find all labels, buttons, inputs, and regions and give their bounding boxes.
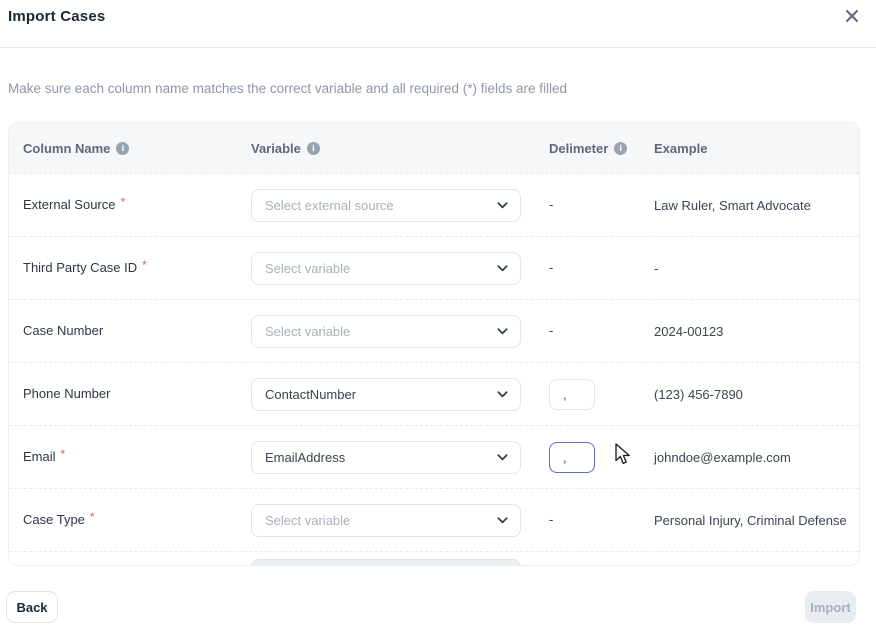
column-name-label: Email bbox=[23, 449, 56, 464]
column-header-label: Column Name bbox=[23, 141, 110, 156]
column-name-cell: Third Party Case ID * bbox=[23, 259, 251, 277]
table-row: Third Party Case ID * Select variable - - bbox=[9, 236, 859, 299]
info-icon[interactable]: i bbox=[116, 142, 129, 155]
required-asterisk: * bbox=[121, 195, 126, 209]
column-header-column-name: Column Name i bbox=[23, 141, 251, 156]
column-header-delimeter: Delimeter i bbox=[549, 141, 654, 156]
modal-header: Import Cases bbox=[0, 0, 876, 48]
variable-select[interactable]: Select variable bbox=[251, 504, 521, 537]
variable-select-value: Select variable bbox=[265, 261, 350, 276]
table-row: Email * EmailAddress johndoe@example.com bbox=[9, 425, 859, 488]
table-row: Phone Number ContactNumber (123) 456-7890 bbox=[9, 362, 859, 425]
delimiter-dash: - bbox=[549, 512, 553, 527]
variable-select[interactable]: EmailAddress bbox=[251, 441, 521, 474]
delimiter-cell: - bbox=[549, 511, 654, 529]
column-name-label: Case Number bbox=[23, 323, 103, 338]
column-name-cell: Email * bbox=[23, 448, 251, 466]
chevron-down-icon bbox=[496, 262, 509, 275]
column-name-label: Case Type bbox=[23, 512, 85, 527]
mapping-table: Column Name i Variable i Delimeter i Example E… bbox=[8, 122, 860, 566]
column-name-cell: Phone Number bbox=[23, 385, 251, 403]
example-cell: (123) 456-7890 bbox=[654, 387, 845, 402]
variable-cell: Select external source bbox=[251, 189, 549, 222]
variable-cell: EmailAddress bbox=[251, 441, 549, 474]
variable-select-value: Select variable bbox=[265, 513, 350, 528]
chevron-down-icon bbox=[496, 514, 509, 527]
delimiter-dash: - bbox=[549, 260, 553, 275]
example-cell: Law Ruler, Smart Advocate bbox=[654, 198, 845, 213]
table-header-row: Column Name i Variable i Delimeter i Example bbox=[9, 123, 859, 173]
column-name-label: External Source bbox=[23, 197, 116, 212]
table-row-partial bbox=[9, 551, 859, 564]
import-button[interactable]: Import bbox=[805, 591, 856, 623]
column-header-label: Delimeter bbox=[549, 141, 608, 156]
column-name-cell: Case Type * bbox=[23, 511, 251, 529]
delimiter-dash: - bbox=[549, 197, 553, 212]
delimiter-dash: - bbox=[549, 323, 553, 338]
close-button[interactable] bbox=[840, 4, 864, 28]
example-cell: - bbox=[654, 261, 845, 276]
x-icon bbox=[844, 8, 860, 24]
column-name-label: Phone Number bbox=[23, 386, 110, 401]
variable-cell: Select variable bbox=[251, 504, 549, 537]
delimiter-cell: - bbox=[549, 259, 654, 277]
info-icon[interactable]: i bbox=[307, 142, 320, 155]
info-icon[interactable]: i bbox=[614, 142, 627, 155]
chevron-down-icon bbox=[496, 325, 509, 338]
column-name-label: Third Party Case ID bbox=[23, 260, 137, 275]
variable-cell: Select variable bbox=[251, 252, 549, 285]
variable-select-clipped[interactable] bbox=[251, 559, 521, 566]
variable-select[interactable]: Select variable bbox=[251, 252, 521, 285]
variable-select-value: EmailAddress bbox=[265, 450, 345, 465]
column-name-cell: External Source * bbox=[23, 196, 251, 214]
variable-select-value: Select variable bbox=[265, 324, 350, 339]
delimiter-input[interactable] bbox=[549, 379, 595, 410]
import-cases-modal: Import Cases Make sure each column name … bbox=[0, 0, 876, 638]
example-cell: 2024-00123 bbox=[654, 324, 845, 339]
column-header-label: Example bbox=[654, 141, 707, 156]
modal-title: Import Cases bbox=[8, 8, 105, 25]
delimiter-cell: - bbox=[549, 196, 654, 214]
variable-select-value: ContactNumber bbox=[265, 387, 356, 402]
back-button[interactable]: Back bbox=[6, 591, 58, 623]
modal-subtitle: Make sure each column name matches the c… bbox=[8, 81, 567, 96]
table-row: Case Type * Select variable - Personal Injur… bbox=[9, 488, 859, 551]
delimiter-input[interactable] bbox=[549, 442, 595, 473]
variable-select[interactable]: Select external source bbox=[251, 189, 521, 222]
column-header-example: Example bbox=[654, 141, 845, 156]
variable-cell: Select variable bbox=[251, 315, 549, 348]
variable-cell: ContactNumber bbox=[251, 378, 549, 411]
column-header-variable: Variable i bbox=[251, 141, 549, 156]
example-cell: johndoe@example.com bbox=[654, 450, 845, 465]
table-row: External Source * Select external source - L… bbox=[9, 173, 859, 236]
column-header-label: Variable bbox=[251, 141, 301, 156]
delimiter-cell bbox=[549, 442, 654, 473]
variable-select[interactable]: Select variable bbox=[251, 315, 521, 348]
table-row: Case Number Select variable - 2024-00123 bbox=[9, 299, 859, 362]
variable-select-value: Select external source bbox=[265, 198, 394, 213]
required-asterisk: * bbox=[61, 447, 66, 461]
required-asterisk: * bbox=[142, 258, 147, 272]
column-name-cell: Case Number bbox=[23, 322, 251, 340]
example-cell: Personal Injury, Criminal Defense bbox=[654, 513, 847, 528]
delimiter-cell: - bbox=[549, 322, 654, 340]
chevron-down-icon bbox=[496, 388, 509, 401]
delimiter-cell bbox=[549, 379, 654, 410]
variable-select[interactable]: ContactNumber bbox=[251, 378, 521, 411]
chevron-down-icon bbox=[496, 199, 509, 212]
chevron-down-icon bbox=[496, 451, 509, 464]
required-asterisk: * bbox=[90, 510, 95, 524]
